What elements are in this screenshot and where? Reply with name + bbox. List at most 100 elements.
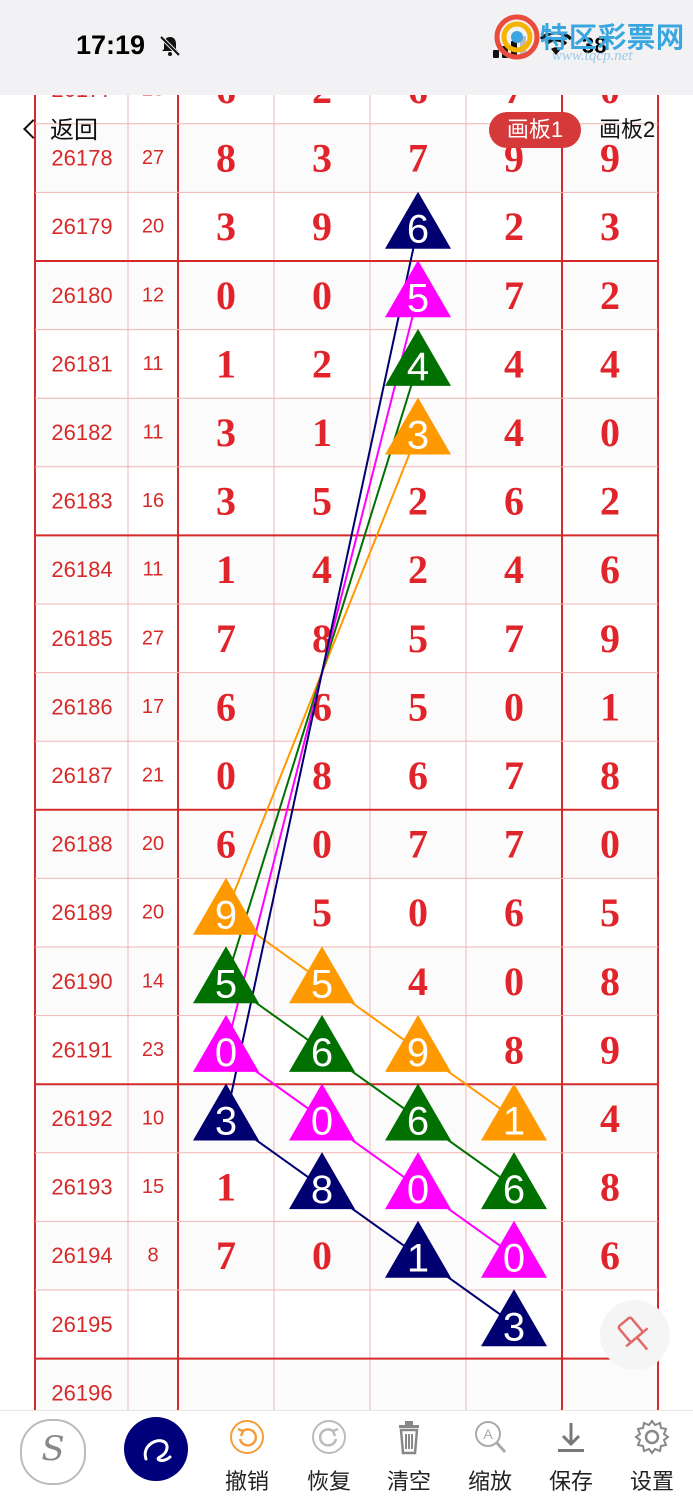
trend-chart[interactable]: 2617723626702617827837992617920392326180… (0, 95, 693, 1410)
triangle-marker: 3 (481, 1289, 547, 1349)
digit-cell: 1 (216, 341, 236, 386)
marker-number: 3 (503, 1305, 525, 1349)
sum-value: 23 (142, 95, 164, 101)
spiral-logo-icon (494, 14, 540, 60)
settings-label: 设置 (629, 1469, 674, 1494)
digit-cell: 7 (504, 95, 524, 112)
digit-cell: 9 (600, 616, 620, 661)
marker-number: 6 (407, 1100, 429, 1144)
issue-number: 26184 (51, 557, 112, 582)
row-shade (36, 1221, 658, 1290)
digit-cell: 6 (216, 822, 236, 867)
row-shade (36, 1084, 658, 1153)
tab-board-2[interactable]: 画板2 (599, 112, 655, 148)
row-shade (36, 947, 658, 1016)
digit-cell: 8 (312, 753, 332, 798)
redo-label: 恢复 (306, 1469, 351, 1494)
digit-cell: 9 (312, 204, 332, 249)
issue-number: 26190 (51, 969, 112, 994)
issue-number: 26181 (51, 351, 112, 376)
digit-cell: 5 (408, 616, 428, 661)
digit-cell: 3 (600, 204, 620, 249)
digit-cell: 4 (408, 959, 428, 1004)
clear-label: 清空 (386, 1469, 431, 1494)
marker-number: 8 (311, 1168, 333, 1212)
row-shade (36, 672, 658, 742)
digit-cell: 8 (600, 1165, 620, 1210)
digit-cell: 2 (600, 273, 620, 318)
marker-number: 5 (215, 962, 237, 1006)
brand-logo: 特区彩票网 www.tqcp.net (492, 12, 687, 72)
s-curve-icon: S (41, 1429, 65, 1469)
redo-icon (312, 1420, 346, 1454)
digit-cell: 8 (504, 1027, 524, 1072)
sum-value: 21 (142, 765, 164, 787)
marker-number: 0 (215, 1031, 237, 1075)
digit-cell: 7 (408, 136, 428, 181)
grid-lines (34, 95, 659, 1410)
digit-cell: 7 (408, 822, 428, 867)
back-button[interactable]: 返回 (23, 110, 98, 145)
bell-slash-icon (159, 35, 181, 57)
settings-button[interactable]: 设置 (617, 1417, 687, 1496)
digit-cell: 8 (216, 136, 236, 181)
pin-button[interactable] (600, 1300, 670, 1370)
issue-number: 26192 (51, 1106, 112, 1131)
zoom-icon: A (475, 1421, 507, 1453)
zoom-button[interactable]: A 缩放 (455, 1417, 525, 1496)
clear-button[interactable]: 清空 (374, 1417, 444, 1496)
digit-cell: 4 (504, 410, 524, 455)
digit-cell: 0 (600, 95, 620, 112)
sum-value: 14 (142, 970, 164, 992)
marker-number: 6 (407, 208, 429, 252)
digit-cell: 6 (504, 479, 524, 524)
row-shade (36, 261, 658, 330)
marker-number: 6 (311, 1031, 333, 1075)
digit-cell: 5 (408, 684, 428, 729)
issue-number: 26180 (51, 283, 112, 308)
marker-number: 0 (503, 1237, 525, 1281)
digit-cell: 0 (216, 273, 236, 318)
undo-button[interactable]: 撤销 (212, 1417, 282, 1496)
issue-number: 26185 (51, 626, 112, 651)
digit-cell: 7 (216, 1233, 236, 1278)
digit-cell: 0 (600, 822, 620, 867)
sum-value: 20 (142, 902, 164, 924)
marker-number: 3 (215, 1100, 237, 1144)
sum-value: 27 (142, 627, 164, 649)
digit-cell: 4 (600, 1096, 620, 1141)
triangle-marker: 8 (289, 1152, 355, 1212)
digit-cell: 7 (216, 616, 236, 661)
sum-value: 16 (142, 490, 164, 512)
select-mode-button[interactable]: S (20, 1419, 86, 1485)
digit-cell: 0 (312, 273, 332, 318)
digit-cell: 1 (216, 547, 236, 592)
digit-cell: 7 (504, 273, 524, 318)
triangle-marker: 6 (481, 1152, 547, 1212)
marker-number: 1 (503, 1100, 525, 1144)
digit-cell: 0 (216, 753, 236, 798)
issue-number: 26186 (51, 694, 112, 719)
draw-mode-button[interactable] (124, 1417, 188, 1481)
digit-cell: 0 (312, 1233, 332, 1278)
marker-number: 4 (407, 345, 429, 389)
digit-cell: 2 (600, 479, 620, 524)
digit-cell: 0 (600, 410, 620, 455)
sum-value: 10 (142, 1108, 164, 1130)
digit-cell: 4 (504, 341, 524, 386)
trend-chart-canvas[interactable]: 2617723626702617827837992617920392326180… (0, 95, 693, 1410)
triangle-marker: 0 (385, 1152, 451, 1212)
save-button[interactable]: 保存 (536, 1417, 606, 1496)
logo-url: www.tqcp.net (552, 48, 633, 64)
sum-value: 27 (142, 147, 164, 169)
digit-cell: 6 (600, 547, 620, 592)
digit-cell: 2 (408, 547, 428, 592)
svg-text:A: A (483, 1426, 493, 1442)
digit-cell: 6 (504, 890, 524, 935)
digit-cell: 7 (504, 753, 524, 798)
redo-button[interactable]: 恢复 (294, 1417, 364, 1496)
tab-board-1[interactable]: 画板1 (489, 112, 581, 148)
digit-cell: 0 (312, 822, 332, 867)
sum-value: 23 (142, 1039, 164, 1061)
digit-cell: 8 (600, 753, 620, 798)
